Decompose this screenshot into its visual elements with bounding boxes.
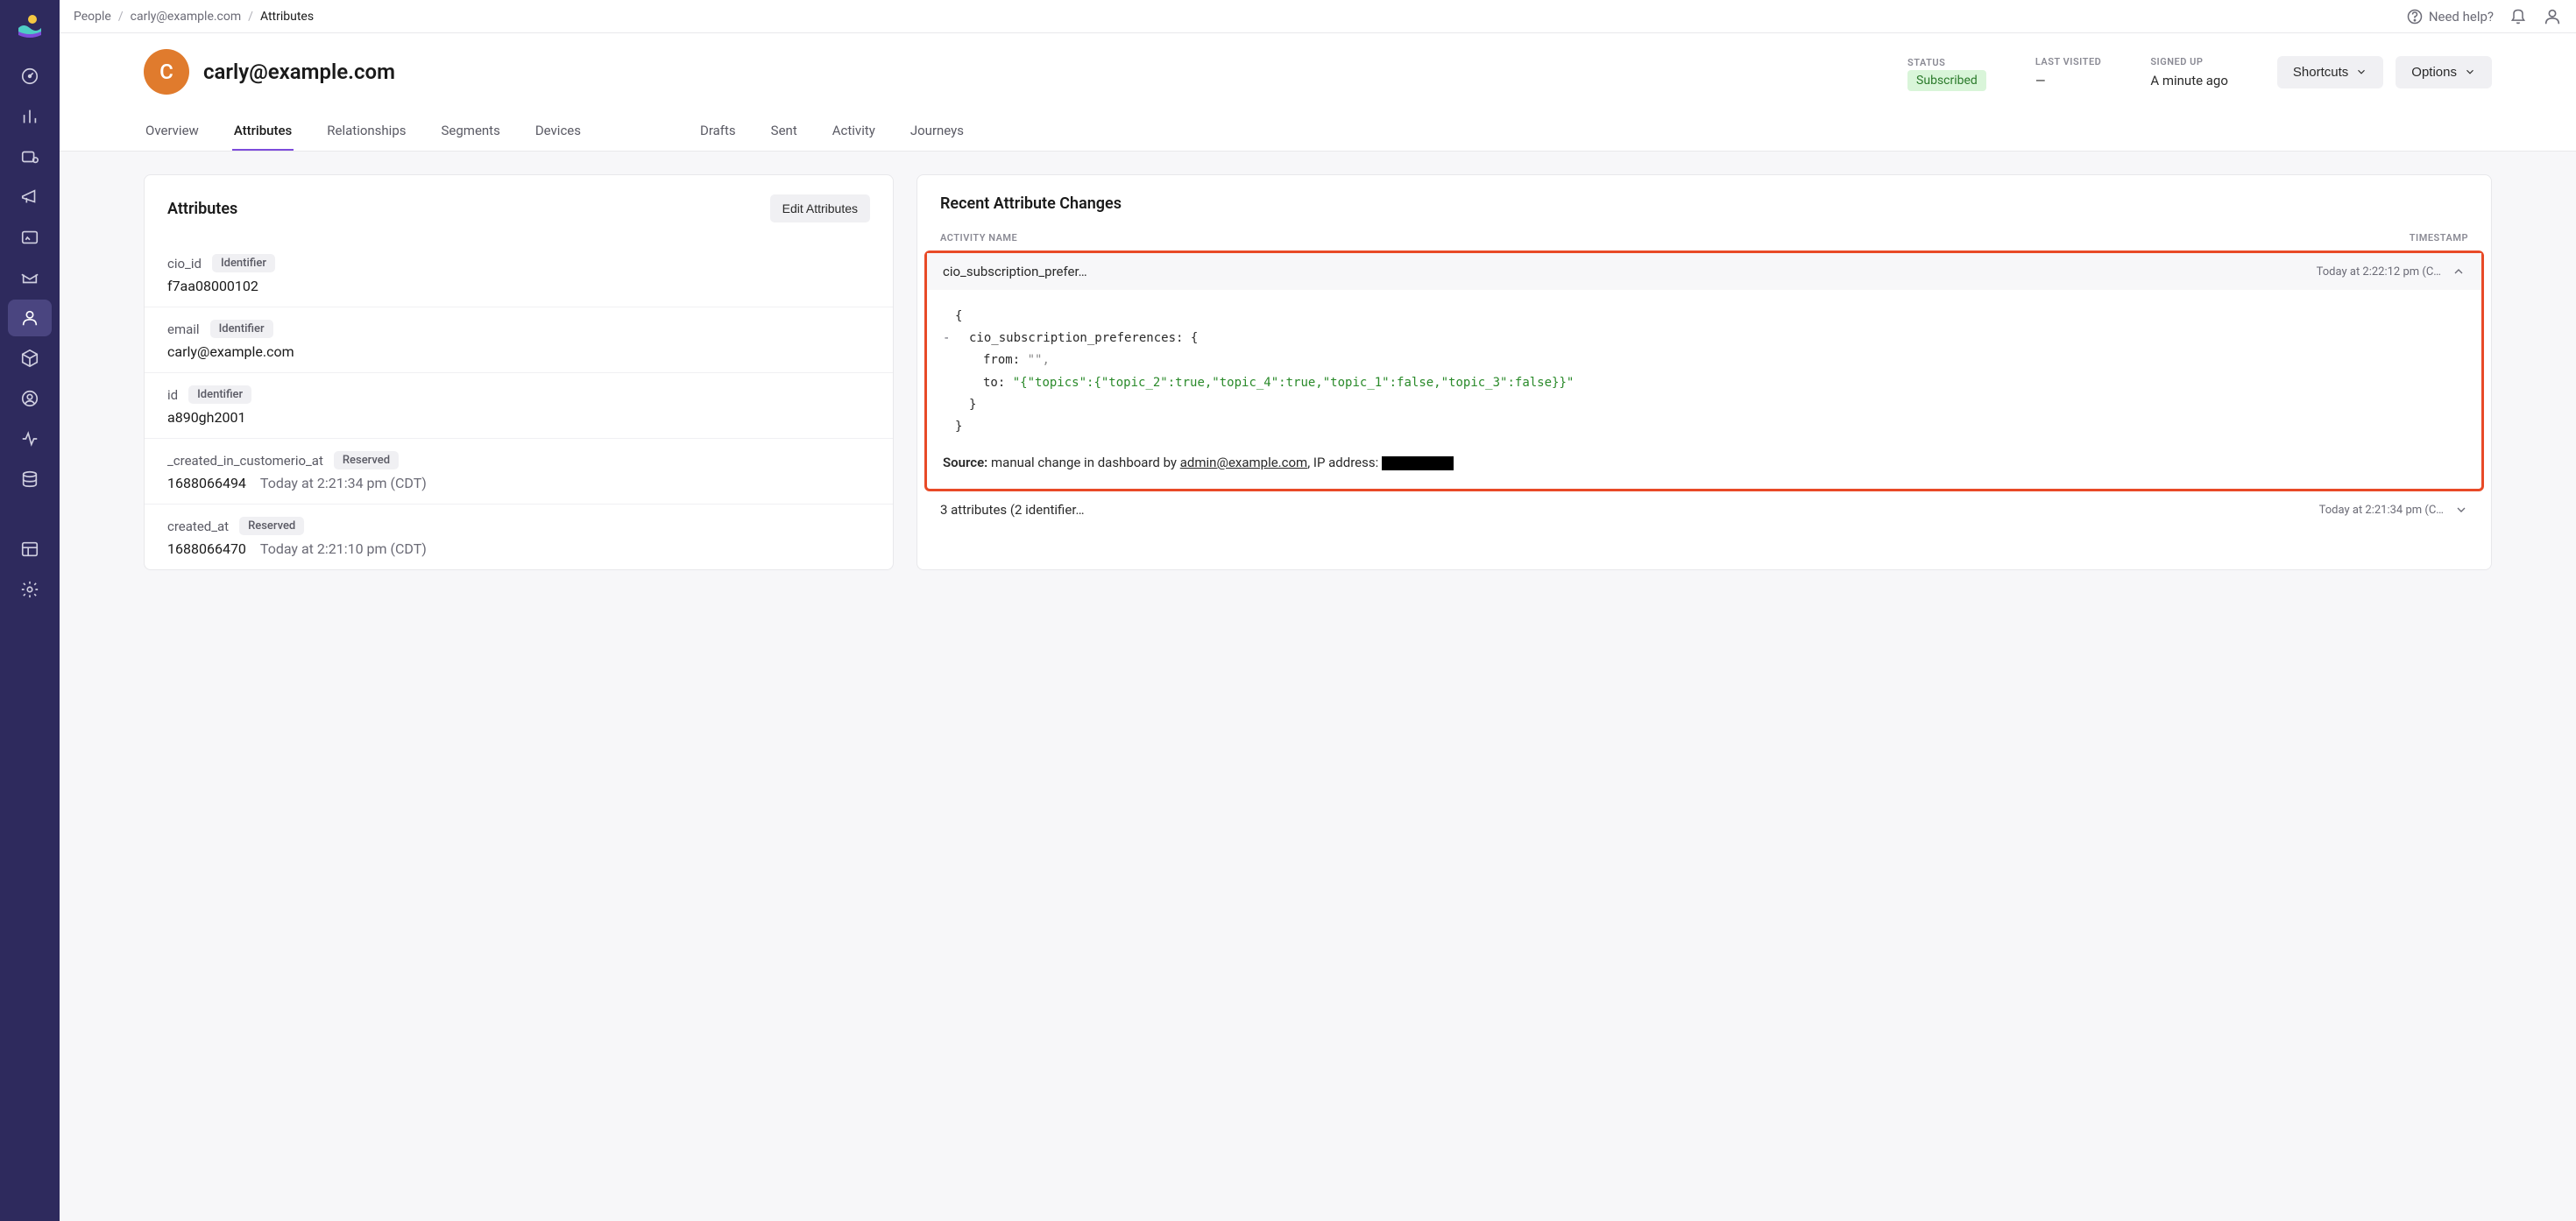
attribute-row: id Identifier a890gh2001 xyxy=(145,372,893,438)
nav-campaigns[interactable] xyxy=(8,179,52,215)
attribute-value: carly@example.com xyxy=(167,343,870,360)
attribute-name: email xyxy=(167,321,200,337)
tab-drafts[interactable]: Drafts xyxy=(698,112,738,151)
nav-objects[interactable] xyxy=(8,340,52,377)
attribute-sub: Today at 2:21:34 pm (CDT) xyxy=(260,475,427,491)
account-icon[interactable] xyxy=(2543,7,2562,26)
chevron-up-icon xyxy=(2452,265,2466,279)
source-text: manual change in dashboard by xyxy=(991,455,1177,470)
attribute-value: 1688066494 xyxy=(167,475,246,491)
tab-overview[interactable]: Overview xyxy=(144,112,201,151)
attribute-value: 1688066470 xyxy=(167,540,246,557)
last-visited-label: LAST VISITED xyxy=(2035,56,2102,67)
attribute-row: _created_in_customerio_at Reserved 1688066… xyxy=(145,438,893,504)
source-email[interactable]: admin@example.com xyxy=(1180,455,1307,470)
breadcrumb-current: Attributes xyxy=(260,10,314,24)
attributes-card: Attributes Edit Attributes cio_id Identif… xyxy=(144,174,894,570)
col-activity-name: ACTIVITY NAME xyxy=(940,232,1017,243)
attribute-name: cio_id xyxy=(167,256,202,272)
topbar: People / carly@example.com / Attributes … xyxy=(60,0,2576,33)
help-icon xyxy=(2406,8,2424,25)
attribute-pill: Identifier xyxy=(188,385,251,404)
edit-attributes-button[interactable]: Edit Attributes xyxy=(770,194,870,222)
attribute-pill: Identifier xyxy=(212,254,275,272)
col-timestamp: TIMESTAMP xyxy=(2410,232,2468,243)
attribute-pill: Identifier xyxy=(210,320,273,338)
breadcrumb-root[interactable]: People xyxy=(74,10,111,24)
notifications-icon[interactable] xyxy=(2509,8,2527,25)
attribute-pill: Reserved xyxy=(239,517,304,535)
breadcrumb-sep: / xyxy=(248,10,253,24)
tab-sent[interactable]: Sent xyxy=(769,112,799,151)
tab-activity[interactable]: Activity xyxy=(831,112,877,151)
highlighted-change: cio_subscription_prefer… Today at 2:22:1… xyxy=(924,251,2484,491)
status-label: STATUS xyxy=(1907,57,1986,68)
nav-dashboard[interactable] xyxy=(8,58,52,95)
avatar: C xyxy=(144,49,189,95)
tab-devices[interactable]: Devices xyxy=(534,112,583,151)
attribute-value: a890gh2001 xyxy=(167,409,870,426)
attribute-name: _created_in_customerio_at xyxy=(167,453,323,469)
sidebar xyxy=(0,0,60,1221)
attributes-title: Attributes xyxy=(167,200,237,218)
source-label: Source: xyxy=(943,455,987,470)
nav-activity[interactable] xyxy=(8,420,52,457)
attribute-name: created_at xyxy=(167,519,229,534)
nav-pipelines[interactable] xyxy=(8,138,52,175)
tabs: Overview Attributes Relationships Segmen… xyxy=(60,112,2576,151)
nav-people[interactable] xyxy=(8,300,52,336)
tab-segments[interactable]: Segments xyxy=(440,112,502,151)
nav-data[interactable] xyxy=(8,461,52,498)
signed-up-value: A minute ago xyxy=(2150,73,2228,88)
changes-title: Recent Attribute Changes xyxy=(917,175,2491,225)
nav-content[interactable] xyxy=(8,531,52,568)
attribute-sub: Today at 2:21:10 pm (CDT) xyxy=(260,540,427,557)
breadcrumb: People / carly@example.com / Attributes xyxy=(74,10,314,24)
page-title: carly@example.com xyxy=(203,60,395,84)
change-time: Today at 2:21:34 pm (C… xyxy=(2319,504,2444,517)
attribute-row: email Identifier carly@example.com xyxy=(145,307,893,372)
app-logo[interactable] xyxy=(17,12,43,39)
change-row-collapsed[interactable]: 3 attributes (2 identifier… Today at 2:2… xyxy=(917,491,2491,528)
attribute-value: f7aa08000102 xyxy=(167,278,870,294)
last-visited-value: — xyxy=(2035,73,2102,88)
attribute-row: created_at Reserved 1688066470 Today at 2:2… xyxy=(145,504,893,569)
nav-settings[interactable] xyxy=(8,571,52,608)
change-time: Today at 2:22:12 pm (C… xyxy=(2317,265,2441,279)
chevron-down-icon xyxy=(2355,66,2367,78)
status-badge: Subscribed xyxy=(1907,70,1986,91)
changes-card: Recent Attribute Changes ACTIVITY NAME T… xyxy=(916,174,2492,570)
change-row-expanded[interactable]: cio_subscription_prefer… Today at 2:22:1… xyxy=(927,253,2481,290)
attribute-row: cio_id Identifier f7aa08000102 xyxy=(145,242,893,307)
source-text2: , IP address: xyxy=(1307,455,1378,470)
breadcrumb-email[interactable]: carly@example.com xyxy=(131,10,242,24)
tab-relationships[interactable]: Relationships xyxy=(325,112,407,151)
chevron-down-icon xyxy=(2454,503,2468,517)
nav-segments[interactable] xyxy=(8,380,52,417)
shortcuts-button[interactable]: Shortcuts xyxy=(2277,56,2383,88)
nav-broadcasts[interactable] xyxy=(8,219,52,256)
change-name: 3 attributes (2 identifier… xyxy=(940,502,2309,518)
breadcrumb-sep: / xyxy=(118,10,124,24)
change-name: cio_subscription_prefer… xyxy=(943,264,2306,279)
attribute-name: id xyxy=(167,387,178,403)
nav-analytics[interactable] xyxy=(8,98,52,135)
help-link[interactable]: Need help? xyxy=(2406,8,2494,25)
change-detail: { -cio_subscription_preferences: { from:… xyxy=(927,290,2481,489)
tab-attributes[interactable]: Attributes xyxy=(232,112,294,151)
nav-deliveries[interactable] xyxy=(8,259,52,296)
tab-journeys[interactable]: Journeys xyxy=(909,112,966,151)
options-button[interactable]: Options xyxy=(2396,56,2492,88)
attribute-pill: Reserved xyxy=(334,451,399,469)
redacted-ip xyxy=(1382,456,1454,470)
chevron-down-icon xyxy=(2464,66,2476,78)
help-text: Need help? xyxy=(2429,9,2494,25)
signed-up-label: SIGNED UP xyxy=(2150,56,2228,67)
